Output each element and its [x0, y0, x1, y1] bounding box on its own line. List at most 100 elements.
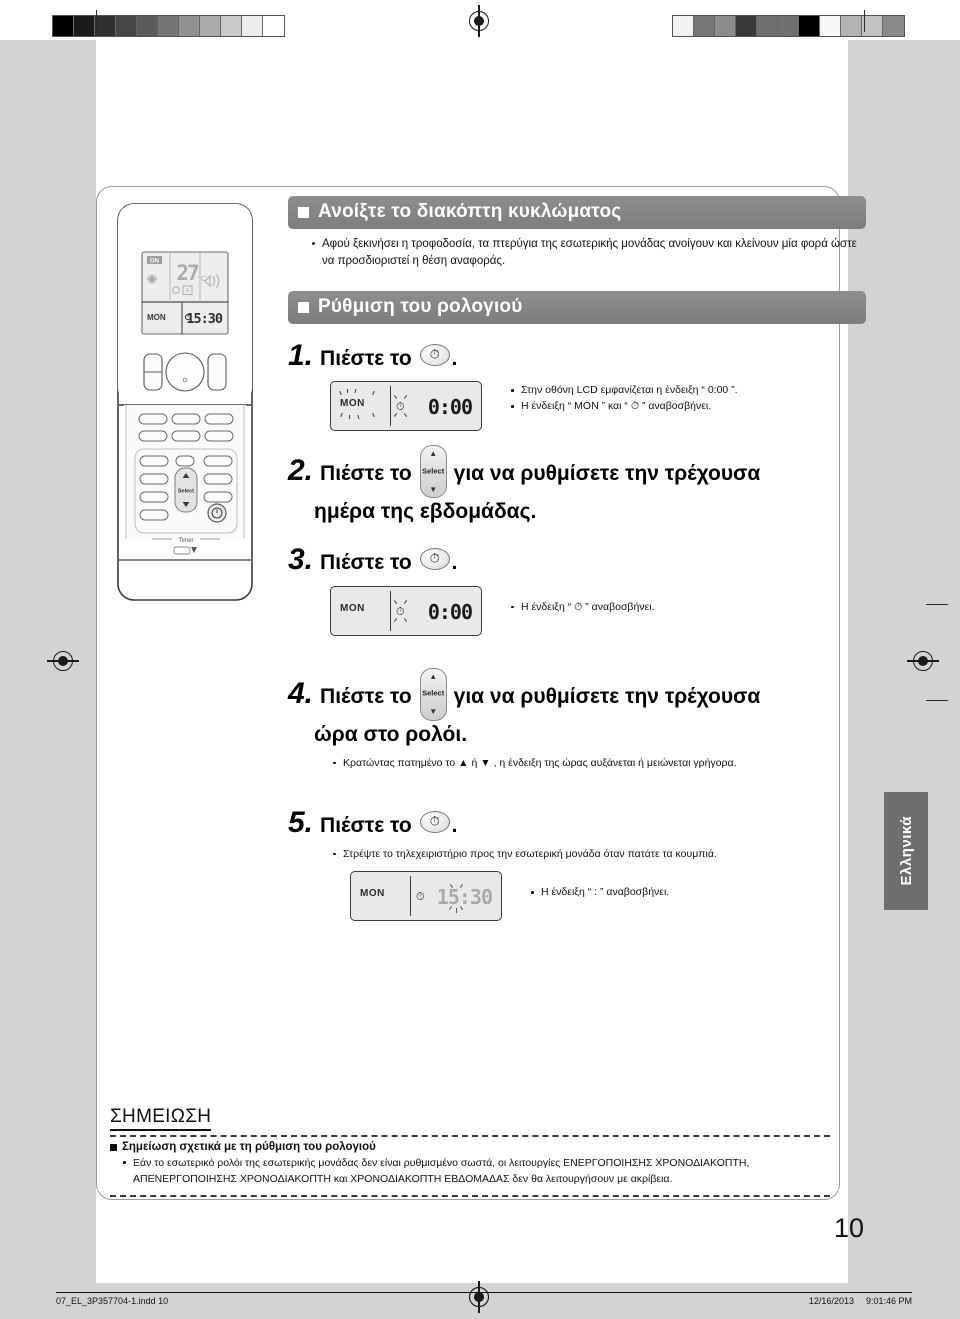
step-5-note-top: Στρέψτε το τηλεχειριστήριο προς την εσωτ… — [330, 847, 866, 863]
step-5-note-1-text: Η ένδειξη “ : ” αναβοσβήνει. — [541, 886, 670, 899]
clock-button-icon[interactable]: ⏱ — [419, 811, 450, 834]
clock-button-icon[interactable]: ⏱ — [419, 548, 450, 571]
color-swatch — [757, 16, 778, 36]
crop-mark — [926, 604, 948, 605]
bullet-square-icon — [110, 1143, 117, 1151]
step-2-number: 2. — [288, 454, 314, 488]
svg-text:A: A — [185, 289, 189, 295]
arrow-up-icon: ▲ — [429, 449, 438, 459]
notice-divider-top — [110, 1135, 830, 1137]
lcd-time-value: 0:00 — [427, 599, 473, 624]
svg-text:27: 27 — [176, 261, 199, 285]
lcd-time-value: 15:30 — [436, 885, 493, 910]
color-swatch — [116, 16, 137, 36]
step-2: 2. Πιέστε το ▲ Select ▼ για να ρυθμίσετε… — [288, 445, 866, 524]
notice-divider-bottom — [110, 1194, 830, 1197]
clock-glyph: ⏱ — [429, 813, 440, 829]
color-swatch — [179, 16, 200, 36]
clock-glyph: ⏱ — [429, 346, 440, 362]
arrow-down-icon: ▼ — [429, 707, 438, 717]
color-swatch — [799, 16, 820, 36]
step-4: 4. Πιέστε το ▲ Select ▼ για να ρυθμίσετε… — [288, 667, 866, 772]
footer-filename: 07_EL_3P357704-1.indd 10 — [56, 1296, 169, 1306]
step-3-text: Πιέστε το — [320, 551, 412, 575]
color-swatch — [673, 16, 694, 36]
step-5-trailing: . — [451, 814, 458, 838]
step-5-note-top-text: Στρέψτε το τηλεχειριστήριο προς την εσωτ… — [343, 847, 717, 860]
color-swatch — [841, 16, 862, 36]
footer-time: 9:01:46 PM — [865, 1296, 912, 1306]
color-swatch — [820, 16, 841, 36]
lcd-day-label: MON — [340, 602, 365, 614]
color-swatch — [221, 16, 242, 36]
step-3-trailing: . — [451, 551, 458, 575]
svg-text:Timer: Timer — [178, 538, 193, 544]
bullet-dot-icon — [333, 852, 336, 856]
select-button-label: Select — [422, 688, 445, 698]
lcd-time-value: 0:00 — [427, 395, 473, 420]
lcd-clock-icon: ⏱ — [396, 605, 405, 618]
step-5-number: 5. — [288, 806, 314, 840]
svg-text:ON: ON — [150, 259, 159, 265]
bullet-square-icon — [298, 206, 309, 218]
lcd-clock-icon: ⏱ — [416, 891, 425, 904]
crop-mark — [96, 10, 97, 32]
clock-button-icon[interactable]: ⏱ — [419, 344, 450, 367]
breaker-description: Αφού ξεκινήσει η τροφοδοσία, τα πτερύγια… — [288, 236, 866, 269]
registration-mark-right-icon — [907, 650, 939, 672]
bullet-dot-icon — [123, 1161, 126, 1164]
bullet-dot-icon — [312, 242, 315, 245]
language-tab-greek: Ελληνικά — [884, 792, 928, 910]
select-rocker-button-icon[interactable]: ▲ Select ▼ — [419, 445, 447, 499]
step-2-text-before: Πιέστε το — [320, 462, 412, 486]
step-3-number: 3. — [288, 543, 314, 577]
color-swatch — [736, 16, 757, 36]
crop-mark — [926, 700, 948, 701]
color-swatch — [95, 16, 116, 36]
step-1-number: 1. — [288, 339, 314, 373]
color-swatch — [74, 16, 95, 36]
step-1-note-2: Η ένδειξη “ MON ” και “ ⏱ ” αναβοσβήνει. — [508, 399, 738, 415]
notice-body: Εάν το εσωτερικό ρολόι της εσωτερικής μο… — [110, 1155, 830, 1188]
step-4-note-1-text: Κρατώντας πατημένο το ▲ ή ▼ , η ένδειξη … — [343, 756, 737, 769]
bullet-dot-icon — [511, 389, 514, 393]
step-1-text: Πιέστε το — [320, 347, 412, 371]
select-rocker-button-icon[interactable]: ▲ Select ▼ — [419, 667, 447, 721]
step-1-note-1-text: Στην οθόνη LCD εμφανίζεται η ένδειξη “ 0… — [521, 384, 738, 397]
step-4-number: 4. — [288, 676, 314, 710]
notice-title: ΣΗΜΕΙΩΣΗ — [110, 1106, 212, 1131]
step-3: 3. Πιέστε το ⏱ . MON ⏱ 0:00 Η ένδειξη “ … — [288, 543, 866, 636]
lcd-day-label: MON — [340, 398, 365, 410]
clock-glyph: ⏱ — [429, 551, 440, 567]
svg-text:15:30: 15:30 — [186, 311, 223, 327]
color-swatch — [137, 16, 158, 36]
svg-text:MON: MON — [147, 313, 166, 322]
color-swatch — [158, 16, 179, 36]
step-2-text-line2: ημέρα της εβδομάδας. — [314, 500, 537, 524]
bullet-dot-icon — [333, 761, 336, 765]
color-swatch — [715, 16, 736, 36]
page-root: Ελληνικά ON 27 °C A MON 15:30 Select Tim… — [0, 0, 960, 1319]
bullet-dot-icon — [511, 605, 514, 609]
arrow-down-icon: ▼ — [429, 485, 438, 495]
step-5-note-1: Η ένδειξη “ : ” αναβοσβήνει. — [528, 885, 669, 901]
notice-block: ΣΗΜΕΙΩΣΗ Σημείωση σχετικά με τη ρύθμιση … — [110, 1106, 830, 1201]
step-4-text-after: για να ρυθμίσετε την τρέχουσα — [453, 684, 761, 708]
bullet-square-icon — [298, 301, 309, 313]
registration-mark-top-icon — [468, 5, 490, 37]
lcd-preview-step-5: MON ⏱ 15:30 — [350, 871, 502, 922]
color-calibration-bar-right — [672, 15, 905, 37]
step-1: 1. Πιέστε το ⏱ . MON ⏱ 0:00 Στην οθόνη L… — [288, 339, 866, 432]
lcd-divider — [390, 590, 392, 631]
step-4-text-line2: ώρα στο ρολόι. — [314, 722, 468, 746]
bullet-dot-icon — [531, 891, 534, 894]
step-1-note-1: Στην οθόνη LCD εμφανίζεται η ένδειξη “ 0… — [508, 383, 738, 399]
color-swatch — [862, 16, 883, 36]
lcd-day-label: MON — [360, 888, 385, 900]
notice-body-text: Εάν το εσωτερικό ρολόι της εσωτερικής μο… — [133, 1157, 750, 1186]
crop-mark — [864, 10, 865, 32]
language-tab-label: Ελληνικά — [897, 816, 915, 886]
step-1-note-2-text: Η ένδειξη “ MON ” και “ ⏱ ” αναβοσβήνει. — [521, 400, 712, 413]
step-4-note-1: Κρατώντας πατημένο το ▲ ή ▼ , η ένδειξη … — [330, 756, 866, 772]
svg-text:°C: °C — [198, 275, 206, 283]
